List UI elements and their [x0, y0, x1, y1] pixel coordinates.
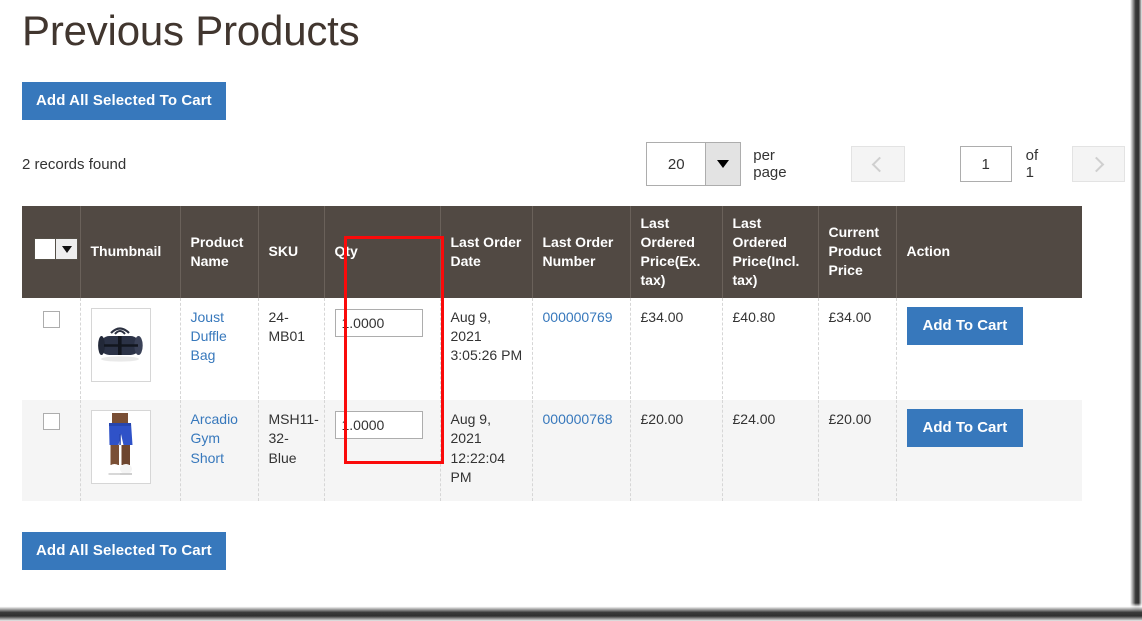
- add-all-selected-to-cart-button-top[interactable]: Add All Selected To Cart: [22, 82, 226, 120]
- row-qty-cell: [324, 297, 441, 401]
- row-last-order-date-cell: Aug 9, 2021 12:22:04 PM: [440, 399, 533, 503]
- row-price-incl-tax-cell: £24.00: [722, 399, 819, 503]
- table-row: Arcadio Gym Short MSH11-32-Blue Aug 9, 2…: [22, 399, 1082, 503]
- row-current-price-cell: £20.00: [818, 399, 897, 503]
- toolbar-bottom: Add All Selected To Cart: [22, 532, 1125, 571]
- row-qty-cell: [324, 399, 441, 503]
- chevron-right-glyph: [1088, 156, 1105, 172]
- per-page-value[interactable]: 20: [647, 143, 706, 185]
- header-product-name: Product Name: [180, 206, 259, 298]
- page-content: Previous Products Add All Selected To Ca…: [0, 0, 1126, 571]
- page-title: Previous Products: [22, 7, 360, 54]
- select-all-control[interactable]: [34, 238, 78, 261]
- row-sku-cell: MSH11-32-Blue: [258, 399, 325, 503]
- add-all-selected-to-cart-button-bottom[interactable]: Add All Selected To Cart: [22, 532, 226, 571]
- header-thumbnail: Thumbnail: [80, 206, 181, 298]
- row-last-order-number-cell: 000000768: [532, 399, 631, 503]
- caret-down-glyph: [61, 245, 72, 253]
- row-thumbnail-cell: [80, 399, 181, 503]
- header-price-incl-tax: Last Ordered Price(Incl. tax): [722, 206, 819, 298]
- row-checkbox[interactable]: [43, 413, 61, 431]
- page-total-label: of 1: [1025, 147, 1039, 181]
- row-price-ex-tax-cell: £20.00: [630, 399, 723, 503]
- caret-down-glyph: [717, 160, 730, 168]
- duffle-bag-thumbnail: [90, 307, 151, 382]
- row-product-name-cell: Arcadio Gym Short: [180, 399, 259, 503]
- records-found-label: 2 records found: [22, 155, 127, 173]
- row-last-order-date-cell: Aug 9, 2021 3:05:26 PM: [440, 297, 533, 401]
- pager-zone: 20 per page of 1: [646, 142, 1126, 186]
- row-select-cell[interactable]: [22, 399, 81, 503]
- caret-down-icon[interactable]: [705, 143, 741, 185]
- products-grid-wrapper: Thumbnail Product Name SKU Qty Last Orde…: [22, 206, 1082, 503]
- page-root: Previous Products Add All Selected To Ca…: [0, 0, 1142, 621]
- row-current-price-cell: £34.00: [818, 297, 897, 401]
- order-number-link[interactable]: 000000768: [543, 411, 613, 427]
- row-action-cell: Add To Cart: [895, 297, 1082, 401]
- chevron-left-glyph: [871, 156, 888, 172]
- per-page-label: per page: [753, 147, 787, 181]
- table-body: Joust Duffle Bag 24-MB01 Aug 9, 2021 3:0…: [22, 297, 1082, 503]
- grid-toolbar: 2 records found 20 per page of 1: [22, 140, 1126, 188]
- row-checkbox[interactable]: [43, 310, 61, 328]
- header-current-price: Current Product Price: [818, 206, 897, 298]
- add-to-cart-button[interactable]: Add To Cart: [906, 306, 1024, 345]
- header-qty: Qty: [324, 206, 441, 298]
- table-head: Thumbnail Product Name SKU Qty Last Orde…: [22, 206, 1082, 298]
- product-name-link[interactable]: Joust Duffle Bag: [191, 309, 227, 364]
- qty-input[interactable]: [334, 308, 423, 337]
- row-thumbnail-cell: [80, 297, 181, 401]
- select-all-caret-down-icon[interactable]: [56, 238, 78, 261]
- header-last-order-date: Last Order Date: [440, 206, 533, 298]
- previous-products-table: Thumbnail Product Name SKU Qty Last Orde…: [22, 206, 1082, 503]
- row-sku-cell: 24-MB01: [258, 297, 325, 401]
- header-action: Action: [896, 206, 1082, 298]
- table-row: Joust Duffle Bag 24-MB01 Aug 9, 2021 3:0…: [22, 297, 1082, 401]
- order-number-link[interactable]: 000000769: [543, 309, 613, 325]
- per-page-limiter[interactable]: 20: [646, 142, 742, 186]
- header-select-all[interactable]: [22, 206, 81, 298]
- header-price-ex-tax: Last Ordered Price(Ex. tax): [630, 206, 723, 298]
- header-sku: SKU: [258, 206, 325, 298]
- row-last-order-number-cell: 000000769: [532, 297, 631, 401]
- page-number-input[interactable]: [959, 146, 1012, 182]
- window-edge-right: [1125, 0, 1142, 621]
- select-all-checkbox[interactable]: [34, 238, 56, 261]
- row-price-incl-tax-cell: £40.80: [722, 297, 819, 401]
- row-action-cell: Add To Cart: [895, 399, 1082, 503]
- toolbar-top: Add All Selected To Cart: [22, 82, 1125, 120]
- row-price-ex-tax-cell: £34.00: [630, 297, 723, 401]
- qty-input[interactable]: [334, 411, 423, 440]
- gym-short-thumbnail: [90, 410, 151, 485]
- row-product-name-cell: Joust Duffle Bag: [180, 297, 259, 401]
- window-edge-bottom: [0, 603, 1142, 621]
- row-select-cell[interactable]: [22, 297, 81, 401]
- header-last-order-number: Last Order Number: [532, 206, 631, 298]
- chevron-left-icon[interactable]: [851, 146, 905, 182]
- product-name-link[interactable]: Arcadio Gym Short: [191, 411, 238, 466]
- pagination-controls: of 1: [851, 146, 1126, 182]
- add-to-cart-button[interactable]: Add To Cart: [906, 409, 1024, 448]
- chevron-right-icon[interactable]: [1071, 146, 1126, 182]
- table-header-row: Thumbnail Product Name SKU Qty Last Orde…: [22, 206, 1082, 298]
